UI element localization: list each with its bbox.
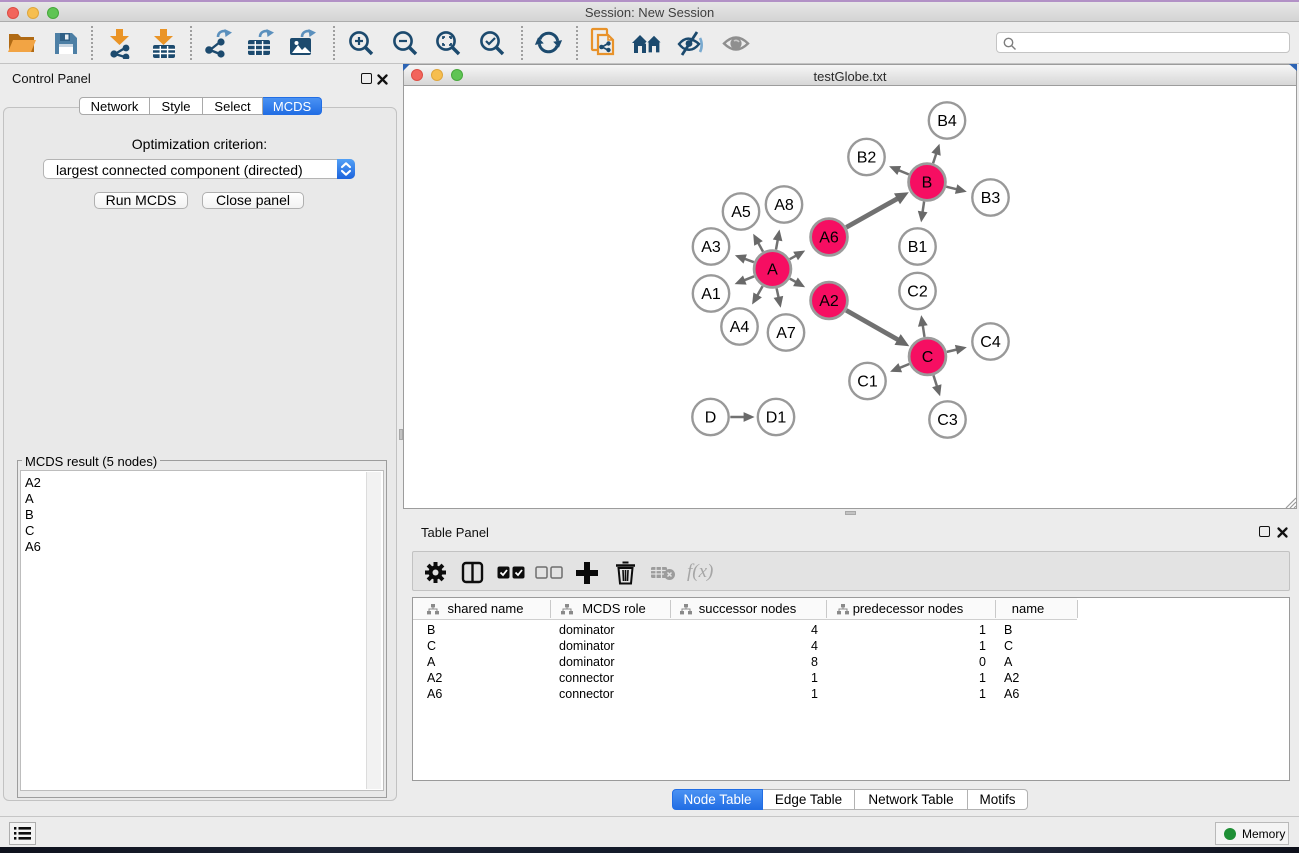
- svg-text:D: D: [705, 410, 717, 427]
- svg-text:C3: C3: [937, 412, 958, 429]
- svg-text:A5: A5: [731, 204, 751, 221]
- svg-text:B: B: [922, 175, 933, 192]
- svg-text:A4: A4: [730, 319, 750, 336]
- svg-text:C2: C2: [907, 284, 928, 301]
- svg-text:A2: A2: [819, 293, 839, 310]
- svg-text:B1: B1: [908, 239, 928, 256]
- svg-text:C1: C1: [857, 374, 878, 391]
- svg-text:A6: A6: [819, 230, 839, 247]
- svg-text:B2: B2: [857, 150, 877, 167]
- svg-text:C: C: [922, 349, 934, 366]
- svg-text:A7: A7: [776, 325, 796, 342]
- svg-text:A: A: [767, 262, 778, 279]
- svg-text:A3: A3: [701, 239, 721, 256]
- svg-text:B3: B3: [981, 190, 1001, 207]
- svg-text:D1: D1: [766, 410, 787, 427]
- svg-text:C4: C4: [980, 334, 1001, 351]
- svg-text:B4: B4: [937, 113, 957, 130]
- svg-text:A1: A1: [701, 286, 721, 303]
- svg-text:A8: A8: [774, 197, 794, 214]
